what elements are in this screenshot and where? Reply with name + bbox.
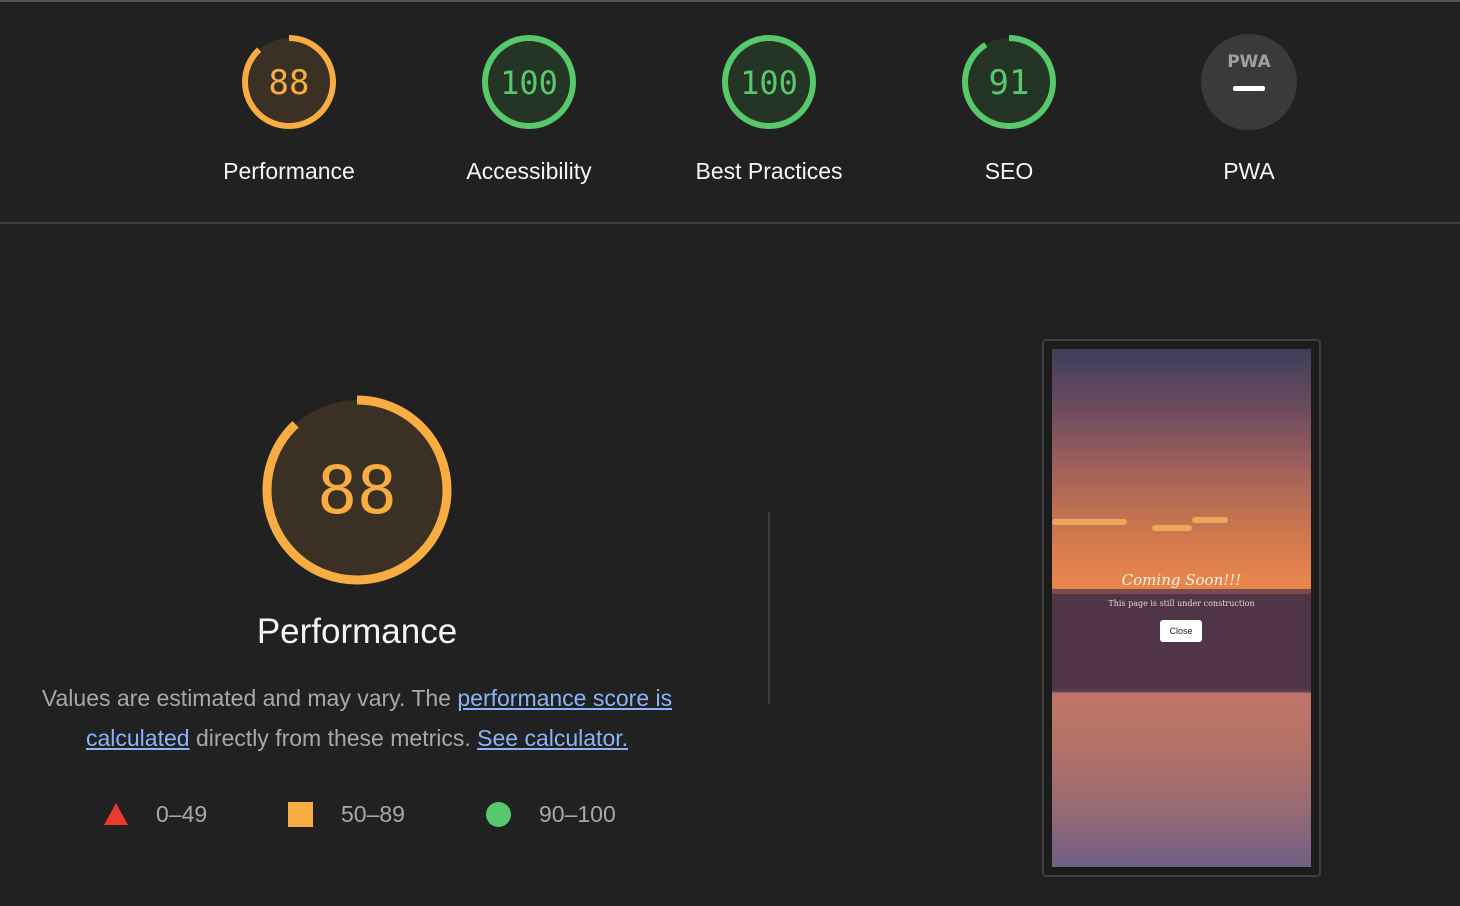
best-practices-score: 100: [740, 64, 798, 102]
screenshot-cloud: [1052, 519, 1127, 525]
performance-score: 88: [269, 63, 310, 103]
seo-score: 91: [989, 63, 1030, 103]
gauge-best-practices[interactable]: 100 Best Practices: [669, 32, 869, 185]
performance-main-gauge: 88: [262, 395, 452, 585]
desc-text-1: Values are estimated and may vary. The: [41, 685, 458, 711]
performance-label: Performance: [223, 158, 355, 184]
final-screenshot: Coming Soon!!! This page is still under …: [1052, 349, 1311, 867]
average-square-icon: [288, 801, 313, 827]
accessibility-score: 100: [500, 64, 558, 102]
legend-pass-range: 90–100: [539, 800, 616, 827]
seo-label: SEO: [984, 158, 1034, 184]
final-screenshot-frame[interactable]: Coming Soon!!! This page is still under …: [1042, 339, 1321, 877]
header-divider: [0, 222, 1460, 224]
gauge-seo[interactable]: 91 SEO: [909, 32, 1109, 185]
seo-gauge-ring: 91: [962, 35, 1056, 129]
pwa-label: PWA: [1223, 158, 1275, 184]
score-legend: 0–49 50–89 90–100: [0, 796, 720, 836]
pass-circle-icon: [486, 801, 511, 827]
screenshot-cloud: [1192, 517, 1228, 523]
screenshot-close-button: Close: [1160, 620, 1202, 642]
fail-triangle-icon: [104, 803, 128, 825]
accessibility-label: Accessibility: [466, 158, 592, 184]
gauge-performance[interactable]: 88 Performance: [189, 32, 389, 185]
screenshot-subtext: This page is still under construction: [1108, 599, 1255, 608]
gauge-accessibility[interactable]: 100 Accessibility: [429, 32, 629, 185]
category-gauges: 88 Performance 100 Accessibility 100 Bes…: [0, 0, 1460, 222]
pwa-dash-icon: [1233, 86, 1265, 91]
vertical-divider: [768, 512, 770, 704]
pwa-badge-icon: PWA: [1201, 34, 1297, 130]
legend-fail: 0–49: [104, 796, 207, 832]
screenshot-heading: Coming Soon!!!: [1121, 571, 1242, 589]
legend-fail-range: 0–49: [156, 800, 208, 827]
gauge-pwa[interactable]: PWA PWA: [1149, 32, 1349, 185]
desc-text-2: directly from these metrics.: [189, 725, 478, 751]
screenshot-cloud: [1152, 525, 1192, 531]
performance-gauge-ring: 88: [242, 35, 336, 129]
legend-pass: 90–100: [486, 796, 616, 832]
performance-title: Performance: [256, 612, 458, 651]
performance-main-score: 88: [317, 452, 396, 529]
legend-average: 50–89: [288, 796, 405, 832]
accessibility-gauge-ring: 100: [482, 35, 576, 129]
pwa-badge-text: PWA: [1227, 52, 1271, 72]
see-calculator-link[interactable]: See calculator.: [477, 725, 628, 751]
performance-description: Values are estimated and may vary. The p…: [22, 678, 692, 758]
best-practices-label: Best Practices: [695, 158, 843, 184]
best-practices-gauge-ring: 100: [722, 35, 816, 129]
legend-average-range: 50–89: [341, 800, 405, 827]
